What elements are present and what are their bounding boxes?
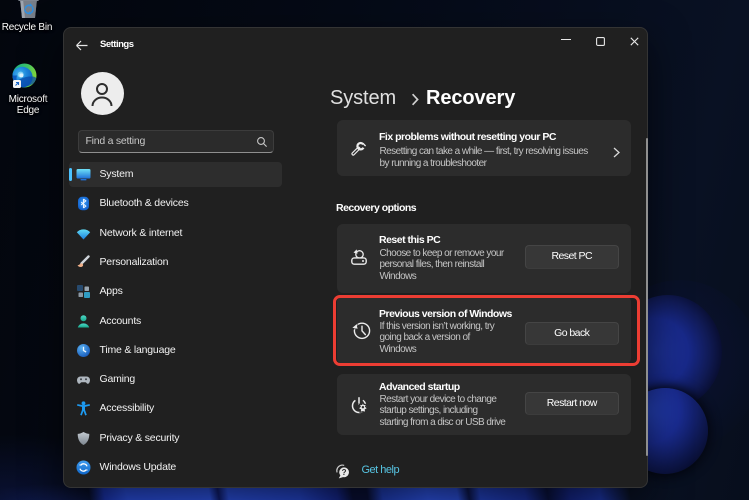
svg-text:?: ?: [342, 468, 347, 477]
